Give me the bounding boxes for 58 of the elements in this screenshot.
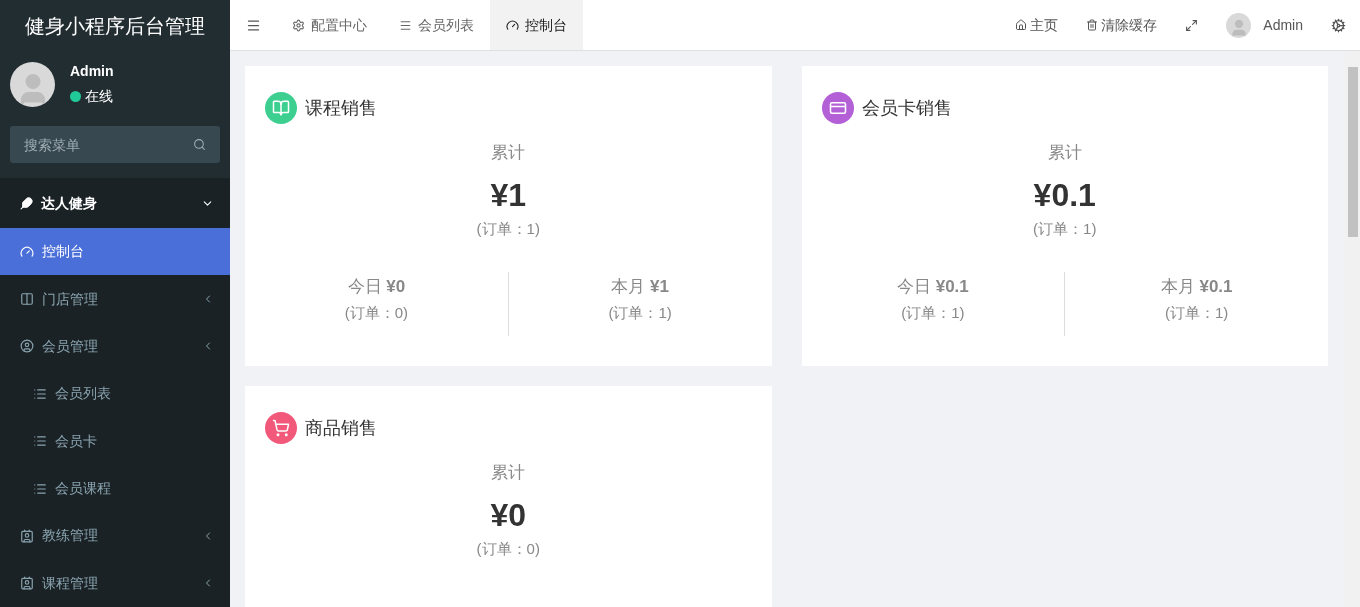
menu-item[interactable]: 门店管理: [0, 275, 230, 323]
card-title: 商品销售: [305, 416, 377, 440]
card-title: 会员卡销售: [861, 96, 952, 120]
order-count: (订单：1): [476, 218, 540, 239]
user-circle-icon: [20, 339, 34, 354]
total-amount: ¥0: [490, 495, 527, 534]
total-amount: ¥1: [490, 175, 527, 214]
order-count: (订单：0): [344, 302, 409, 323]
order-count: (订单：1): [608, 302, 672, 323]
list-icon: [33, 481, 47, 496]
menu-item[interactable]: 控制台: [0, 228, 230, 276]
order-count: (订单：1): [1033, 218, 1097, 239]
total-amount: ¥0.1: [1033, 175, 1096, 214]
settings-icon: [1331, 17, 1346, 33]
user-avatar: [1226, 12, 1252, 38]
menu-item[interactable]: 会员列表: [0, 370, 230, 418]
order-count: (订单：1): [1164, 302, 1229, 323]
columns-icon: [20, 292, 34, 307]
list-icon: [33, 386, 47, 401]
period-amount: 本月 ¥0.1: [1160, 276, 1233, 299]
menu-item[interactable]: 教练管理: [0, 512, 230, 560]
id-card-icon: [20, 528, 34, 543]
nav-link[interactable]: 主页: [1001, 0, 1073, 50]
order-count: (订单：1): [901, 302, 965, 323]
menu-item[interactable]: 课程管理: [0, 559, 230, 607]
home-icon: [1015, 19, 1028, 31]
fullscreen-icon: [1185, 18, 1199, 32]
total-label: 累计: [491, 462, 526, 484]
feather-icon: [20, 196, 33, 210]
nav-link[interactable]: 清除缓存: [1072, 0, 1172, 50]
period-amount: 今日 ¥0.1: [896, 276, 969, 299]
user-menu[interactable]: Admin: [1263, 14, 1303, 36]
avatar: [10, 61, 55, 107]
list-icon: [33, 434, 47, 449]
nav-tab[interactable]: 控制台: [490, 0, 583, 50]
search-icon: [193, 138, 206, 151]
period-amount: 本月 ¥1: [611, 276, 669, 299]
menu-item[interactable]: 会员卡: [0, 417, 230, 465]
total-label: 累计: [1047, 142, 1082, 164]
menu-item[interactable]: 会员课程: [0, 464, 230, 513]
list-icon: [399, 18, 412, 32]
trash-icon: [1086, 19, 1099, 31]
menu-icon: [245, 17, 261, 33]
gauge-icon: [20, 244, 34, 259]
gear-icon: [292, 18, 305, 32]
card-title: 课程销售: [305, 96, 377, 120]
total-label: 累计: [491, 142, 526, 164]
id-card-icon: [20, 576, 34, 591]
scrollbar[interactable]: [1345, 51, 1360, 607]
app-title: 健身小程序后台管理: [25, 13, 205, 39]
order-count: (订单：0): [476, 538, 540, 559]
menu-item[interactable]: 会员管理: [0, 322, 230, 371]
period-amount: 今日 ¥0: [347, 276, 406, 299]
user-name: Admin: [70, 62, 114, 81]
gauge-icon: [506, 18, 519, 32]
search-field[interactable]: 搜索菜单: [10, 126, 220, 163]
menu-group[interactable]: 达人健身: [0, 178, 230, 228]
user-status: 在线: [85, 87, 113, 106]
